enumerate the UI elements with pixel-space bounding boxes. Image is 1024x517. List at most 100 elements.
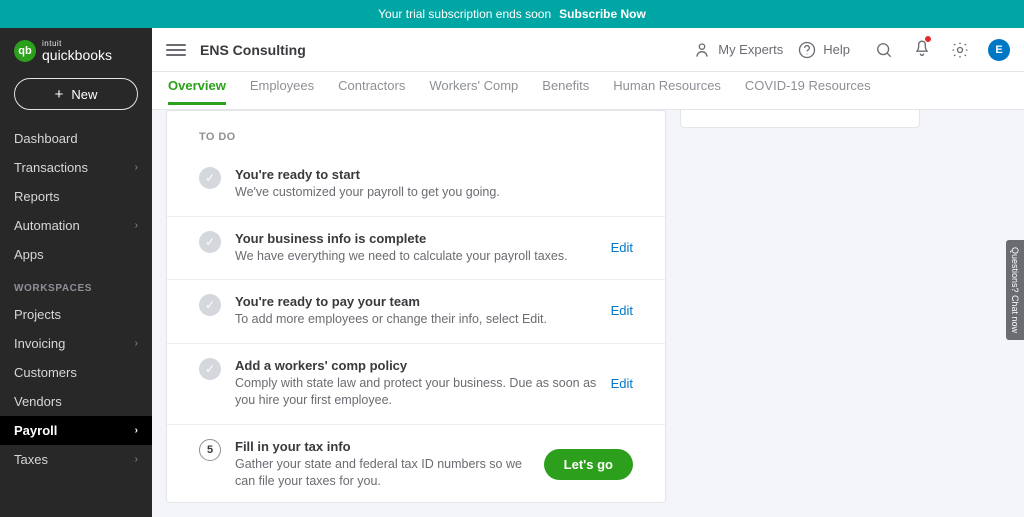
tab-human-resources[interactable]: Human Resources <box>613 78 721 105</box>
check-icon: ✓ <box>199 167 221 189</box>
chevron-right-icon: › <box>135 220 138 231</box>
todo-action: Edit <box>611 302 633 320</box>
todo-row: ✓ Add a workers' comp policy Comply with s… <box>167 343 665 424</box>
todo-title: Add a workers' comp policy <box>235 358 597 373</box>
nav-section-header: WORKSPACES <box>0 269 152 300</box>
sidebar-item-reports[interactable]: Reports <box>0 182 152 211</box>
sidebar: qb intuit quickbooks + New Dashboard Tran… <box>0 28 152 517</box>
main: ENS Consulting My Experts Help E Overvie… <box>152 28 1024 517</box>
edit-link[interactable]: Edit <box>611 303 633 318</box>
sidebar-item-invoicing[interactable]: Invoicing › <box>0 329 152 358</box>
my-experts-label: My Experts <box>718 42 783 57</box>
help-icon <box>797 40 817 60</box>
nav-item-label: Customers <box>14 365 77 380</box>
tab-contractors[interactable]: Contractors <box>338 78 405 105</box>
todo-title: Your business info is complete <box>235 231 597 246</box>
todo-action: Edit <box>611 375 633 393</box>
plus-icon: + <box>55 87 64 102</box>
todo-list: ✓ You're ready to start We've customized y… <box>167 153 665 502</box>
chevron-right-icon: › <box>135 454 138 465</box>
todo-title: You're ready to pay your team <box>235 294 597 309</box>
brand[interactable]: qb intuit quickbooks <box>0 28 152 72</box>
hamburger-icon[interactable] <box>166 41 186 59</box>
todo-row: 5 Fill in your tax infoGather your state … <box>167 424 665 503</box>
todo-row: ✓ You're ready to pay your team To add mor… <box>167 279 665 343</box>
todo-desc: We have everything we need to calculate … <box>235 248 597 266</box>
todo-body: Add a workers' comp policy Comply with st… <box>235 358 597 410</box>
sidebar-item-taxes[interactable]: Taxes› <box>0 445 152 474</box>
edit-link[interactable]: Edit <box>611 240 633 255</box>
content: TO DO ✓ You're ready to start We've custom… <box>152 110 1024 517</box>
todo-body: You're ready to pay your team To add more… <box>235 294 597 329</box>
sidebar-item-projects[interactable]: Projects <box>0 300 152 329</box>
subscribe-now-link[interactable]: Subscribe Now <box>559 7 646 21</box>
new-button[interactable]: + New <box>14 78 138 110</box>
topbar: ENS Consulting My Experts Help E <box>152 28 1024 72</box>
step-number: 5 <box>199 439 221 461</box>
my-experts-button[interactable]: My Experts <box>692 40 783 60</box>
chevron-right-icon: › <box>135 425 138 436</box>
side-card <box>680 110 920 128</box>
lets-go-button[interactable]: Let's go <box>544 449 633 480</box>
chevron-right-icon: › <box>135 338 138 349</box>
nav-workspace: Projects Invoicing › Customers Vendors Payrol… <box>0 300 152 474</box>
tab-benefits[interactable]: Benefits <box>542 78 589 105</box>
todo-header: TO DO <box>167 131 665 153</box>
nav-item-label: Vendors <box>14 394 62 409</box>
check-icon: ✓ <box>199 358 221 380</box>
nav-item-label: Reports <box>14 189 60 204</box>
todo-action: Let's go <box>544 449 633 480</box>
sidebar-item-payroll[interactable]: Payroll › <box>0 416 152 445</box>
todo-desc: To add more employees or change their in… <box>235 311 597 329</box>
avatar[interactable]: E <box>988 39 1010 61</box>
todo-desc: We've customized your payroll to get you… <box>235 184 619 202</box>
help-button[interactable]: Help <box>797 40 850 60</box>
todo-title: You're ready to start <box>235 167 619 182</box>
nav-item-label: Transactions <box>14 160 88 175</box>
sidebar-item-apps[interactable]: Apps <box>0 240 152 269</box>
todo-body: You're ready to start We've customized yo… <box>235 167 619 202</box>
notifications-dot <box>925 36 931 42</box>
todo-desc: Comply with state law and protect your b… <box>235 375 597 410</box>
todo-row: ✓ You're ready to start We've customized y… <box>167 153 665 216</box>
notifications-button[interactable] <box>912 37 932 62</box>
tab-employees[interactable]: Employees <box>250 78 314 105</box>
company-name: ENS Consulting <box>200 42 306 58</box>
gear-icon[interactable] <box>950 40 970 60</box>
edit-link[interactable]: Edit <box>611 376 633 391</box>
person-icon <box>692 40 712 60</box>
tab-workers-comp[interactable]: Workers' Comp <box>429 78 518 105</box>
check-icon: ✓ <box>199 231 221 253</box>
tabbar: Overview Employees Contractors Workers' Com… <box>152 72 1024 110</box>
tab-covid-19-resources[interactable]: COVID-19 Resources <box>745 78 871 105</box>
new-button-label: New <box>71 87 97 102</box>
tab-overview[interactable]: Overview <box>168 78 226 105</box>
todo-card: TO DO ✓ You're ready to start We've custom… <box>166 110 666 503</box>
todo-body: Fill in your tax infoGather your state a… <box>235 439 530 491</box>
sidebar-item-customers[interactable]: Customers <box>0 358 152 387</box>
sidebar-item-vendors[interactable]: Vendors <box>0 387 152 416</box>
todo-row: ✓ Your business info is complete We have e… <box>167 216 665 280</box>
nav-item-label: Apps <box>14 247 44 262</box>
nav-item-label: Automation <box>14 218 80 233</box>
qb-logo-icon: qb <box>14 40 36 62</box>
nav-item-label: Payroll <box>14 423 57 438</box>
nav-item-label: Dashboard <box>14 131 78 146</box>
brand-quickbooks: quickbooks <box>42 48 112 62</box>
todo-title: Fill in your tax info <box>235 439 530 454</box>
search-icon[interactable] <box>874 40 894 60</box>
sidebar-item-automation[interactable]: Automation › <box>0 211 152 240</box>
sidebar-item-transactions[interactable]: Transactions › <box>0 153 152 182</box>
chat-tab[interactable]: Questions? Chat now <box>1006 240 1024 340</box>
nav-primary: Dashboard Transactions › Reports Automation ›… <box>0 124 152 269</box>
nav-item-label: Invoicing <box>14 336 65 351</box>
todo-action: Edit <box>611 239 633 257</box>
help-label: Help <box>823 42 850 57</box>
check-icon: ✓ <box>199 294 221 316</box>
nav-item-label: Projects <box>14 307 61 322</box>
trial-banner: Your trial subscription ends soon Subscr… <box>0 0 1024 28</box>
sidebar-item-dashboard[interactable]: Dashboard <box>0 124 152 153</box>
trial-banner-msg: Your trial subscription ends soon <box>378 7 551 21</box>
chevron-right-icon: › <box>135 162 138 173</box>
todo-body: Your business info is complete We have ev… <box>235 231 597 266</box>
